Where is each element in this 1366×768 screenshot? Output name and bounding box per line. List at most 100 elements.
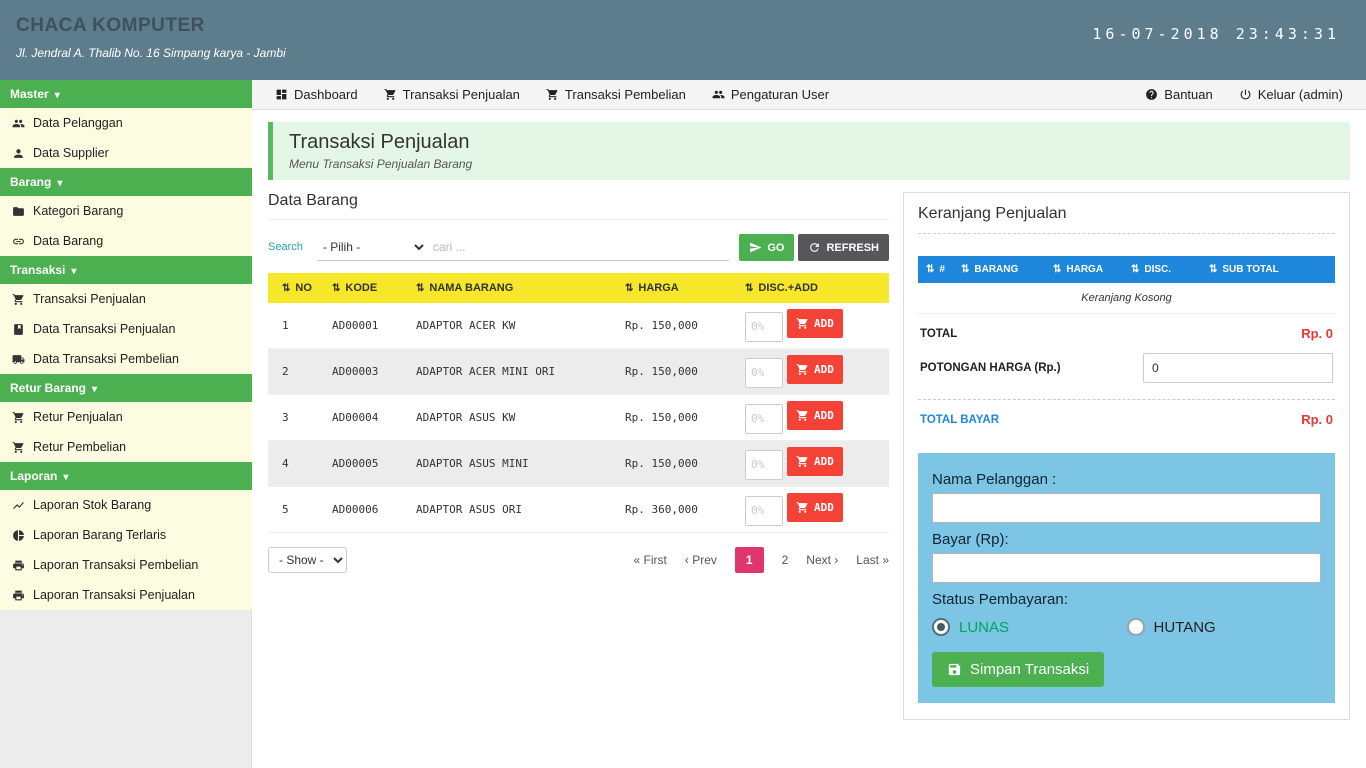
nav-keluar[interactable]: Keluar (admin) [1226, 80, 1356, 109]
table-row: 2 AD00003 ADAPTOR ACER MINI ORI Rp. 150,… [268, 349, 889, 395]
discount-input[interactable] [745, 311, 783, 342]
pagination: « First ‹ Prev 1 2 Next › Last » [634, 547, 889, 573]
truck-icon [12, 353, 25, 366]
show-per-page-select[interactable]: - Show - [268, 547, 347, 573]
nav-bantuan[interactable]: Bantuan [1132, 80, 1225, 109]
cart-total-row: TOTAL Rp. 0 [918, 314, 1335, 341]
sidebar-item-retur-pembelian[interactable]: Retur Pembelian [0, 432, 252, 462]
pagination-page-2[interactable]: 2 [782, 553, 789, 567]
discount-input[interactable] [745, 403, 783, 434]
cell-kode: AD00004 [332, 411, 379, 424]
cell-harga: Rp. 150,000 [625, 457, 698, 470]
column-header-harga[interactable]: HARGA [625, 282, 679, 294]
bayar-label: Bayar (Rp): [932, 531, 1009, 548]
folder-icon [12, 205, 25, 218]
cell-harga: Rp. 150,000 [625, 365, 698, 378]
sidebar-item-laporan-barang-terlaris[interactable]: Laporan Barang Terlaris [0, 520, 252, 550]
sidebar-item-laporan-transaksi-penjualan[interactable]: Laporan Transaksi Penjualan [0, 580, 252, 610]
cart-icon [796, 455, 809, 468]
caret-down-icon [49, 87, 60, 101]
sidebar-item-data-transaksi-pembelian[interactable]: Data Transaksi Pembelian [0, 344, 252, 374]
pagination-first[interactable]: « First [634, 553, 667, 567]
chart-line-icon [12, 499, 25, 512]
discount-input[interactable] [745, 357, 783, 388]
column-header-no[interactable]: NO [282, 282, 312, 294]
add-to-cart-button[interactable]: ADD [787, 355, 843, 385]
nav-transaksi-penjualan[interactable]: Transaksi Penjualan [371, 80, 533, 109]
sidebar-item-retur-penjualan[interactable]: Retur Penjualan [0, 402, 252, 432]
printer-icon [12, 559, 25, 572]
sidebar-section-transaksi[interactable]: Transaksi [0, 256, 252, 284]
caret-down-icon [86, 381, 97, 395]
cart-icon [546, 88, 559, 101]
sidebar-item-data-pelanggan[interactable]: Data Pelanggan [0, 108, 252, 138]
refresh-button[interactable]: REFRESH [798, 234, 889, 261]
cell-nama: ADAPTOR ASUS ORI [416, 503, 522, 516]
pagination-next[interactable]: Next › [806, 553, 838, 567]
add-to-cart-button[interactable]: ADD [787, 493, 843, 523]
nav-dashboard[interactable]: Dashboard [262, 80, 371, 109]
column-header-kode[interactable]: KODE [332, 282, 377, 294]
sidebar-item-data-barang[interactable]: Data Barang [0, 226, 252, 256]
pie-chart-icon [12, 529, 25, 542]
column-header-disc-add[interactable]: DISC.+ADD [745, 282, 818, 294]
radio-button-icon[interactable] [1126, 618, 1145, 636]
cart-icon [384, 88, 397, 101]
sidebar-section-retur-barang[interactable]: Retur Barang [0, 374, 252, 402]
cart-icon [796, 317, 809, 330]
power-icon [1239, 88, 1252, 101]
sidebar-section-barang[interactable]: Barang [0, 168, 252, 196]
cart-panel: Keranjang Penjualan # BARANG HARGA DISC.… [903, 192, 1350, 720]
sidebar-item-transaksi-penjualan[interactable]: Transaksi Penjualan [0, 284, 252, 314]
radio-hutang[interactable]: HUTANG [1126, 618, 1322, 636]
discount-input[interactable] [745, 449, 783, 480]
cart-column-subtotal[interactable]: SUB TOTAL [1209, 264, 1279, 275]
table-row: 3 AD00004 ADAPTOR ASUS KW Rp. 150,000 AD… [268, 395, 889, 441]
add-to-cart-button[interactable]: ADD [787, 401, 843, 431]
sidebar-item-laporan-transaksi-pembelian[interactable]: Laporan Transaksi Pembelian [0, 550, 252, 580]
total-bayar-label: TOTAL BAYAR [920, 413, 1000, 426]
sidebar-item-kategori-barang[interactable]: Kategori Barang [0, 196, 252, 226]
cart-icon [796, 363, 809, 376]
brand-address: Jl. Jendral A. Thalib No. 16 Simpang kar… [16, 46, 286, 60]
cart-potongan-row: POTONGAN HARGA (Rp.) [918, 341, 1335, 383]
sidebar-item-data-supplier[interactable]: Data Supplier [0, 138, 252, 168]
section-label: Master [10, 87, 49, 101]
pagination-page-1[interactable]: 1 [734, 547, 764, 573]
nav-transaksi-pembelian[interactable]: Transaksi Pembelian [533, 80, 699, 109]
search-bar: Search - Pilih - GO REFRESH [268, 234, 889, 261]
add-to-cart-button[interactable]: ADD [787, 309, 843, 339]
nav-pengaturan-user[interactable]: Pengaturan User [699, 80, 842, 109]
help-icon [1145, 88, 1158, 101]
cart-column-harga[interactable]: HARGA [1053, 264, 1103, 275]
radio-button-icon[interactable] [932, 618, 950, 636]
discount-input[interactable] [745, 495, 783, 526]
cart-column-number[interactable]: # [926, 264, 945, 275]
cart-column-disc[interactable]: DISC. [1131, 264, 1171, 275]
search-input[interactable] [426, 235, 730, 259]
go-button[interactable]: GO [739, 234, 795, 261]
add-label: ADD [814, 363, 834, 377]
sidebar-item-label: Data Supplier [33, 146, 109, 160]
radio-lunas[interactable]: LUNAS [932, 618, 1127, 636]
sidebar-section-laporan[interactable]: Laporan [0, 462, 252, 490]
nav-label: Bantuan [1164, 87, 1213, 102]
pagination-prev[interactable]: ‹ Prev [685, 553, 717, 567]
bayar-input[interactable] [932, 553, 1321, 583]
pagination-last[interactable]: Last » [856, 553, 889, 567]
page-header: Transaksi Penjualan Menu Transaksi Penju… [268, 122, 1350, 180]
sidebar-item-data-transaksi-penjualan[interactable]: Data Transaksi Penjualan [0, 314, 252, 344]
brand-title: CHACA KOMPUTER [16, 15, 205, 36]
section-label: Retur Barang [10, 381, 87, 395]
sidebar-item-laporan-stok-barang[interactable]: Laporan Stok Barang [0, 490, 252, 520]
lunas-label: LUNAS [959, 618, 1010, 636]
sidebar-section-master[interactable]: Master [0, 80, 252, 108]
nama-pelanggan-input[interactable] [932, 493, 1321, 523]
cart-column-barang[interactable]: BARANG [961, 264, 1018, 275]
search-filter-select[interactable]: - Pilih - [316, 234, 427, 260]
hutang-label: HUTANG [1153, 618, 1216, 636]
potongan-input[interactable] [1143, 353, 1333, 383]
simpan-transaksi-button[interactable]: Simpan Transaksi [932, 652, 1105, 687]
column-header-nama-barang[interactable]: NAMA BARANG [416, 282, 513, 294]
add-to-cart-button[interactable]: ADD [787, 447, 843, 477]
